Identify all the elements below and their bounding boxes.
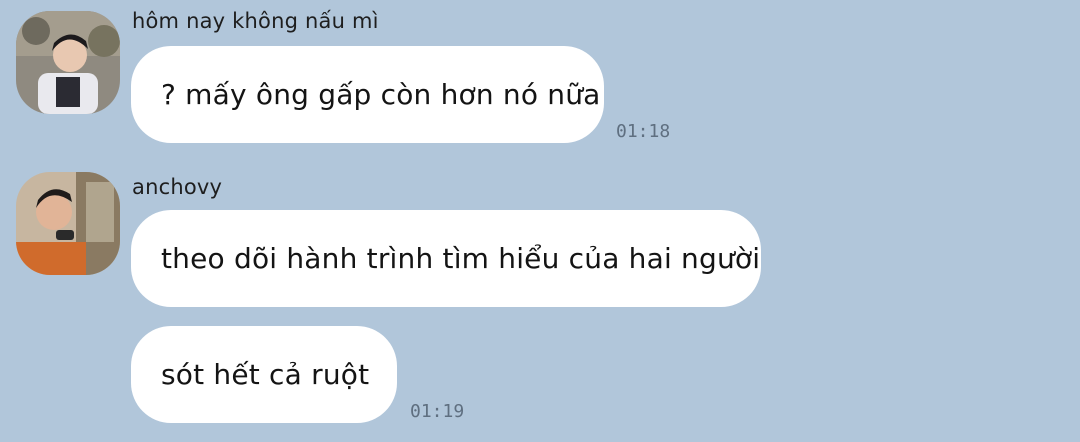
message-bubble[interactable]: theo dõi hành trình tìm hiểu của hai ngư… <box>131 210 761 307</box>
sender-name: hôm nay không nấu mì <box>132 9 379 33</box>
message-text: ? mấy ông gấp còn hơn nó nữa <box>161 78 601 111</box>
user-avatar-photo-icon <box>16 11 120 114</box>
message-timestamp: 01:18 <box>616 121 671 142</box>
avatar-hom-nay-khong-nau-mi[interactable] <box>16 11 120 114</box>
message-bubble[interactable]: sót hết cả ruột <box>131 326 397 423</box>
avatar-anchovy[interactable] <box>16 172 120 275</box>
sender-name: anchovy <box>132 175 223 199</box>
message-text: theo dõi hành trình tìm hiểu của hai ngư… <box>161 242 761 275</box>
message-text: sót hết cả ruột <box>161 358 370 391</box>
message-timestamp: 01:19 <box>410 401 465 422</box>
message-bubble[interactable]: ? mấy ông gấp còn hơn nó nữa <box>131 46 604 143</box>
user-avatar-photo-icon <box>16 172 120 275</box>
